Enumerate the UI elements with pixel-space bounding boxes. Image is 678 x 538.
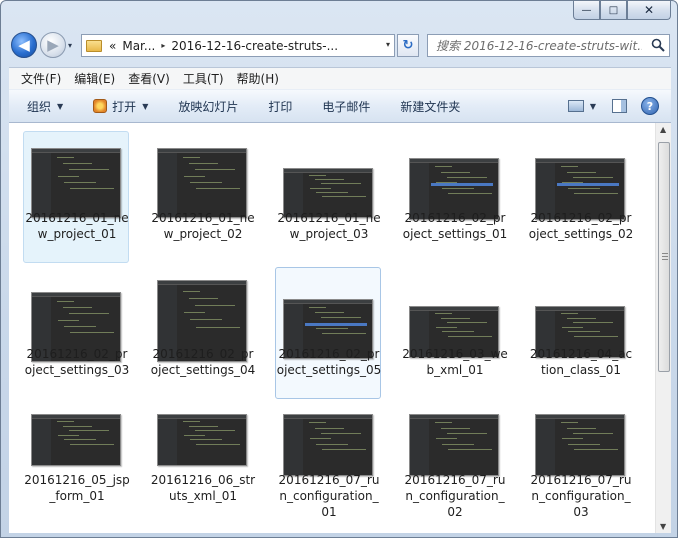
print-button[interactable]: 打印	[268, 98, 292, 115]
file-item[interactable]: 20161216_05_jsp_form_01	[23, 413, 130, 529]
menu-edit[interactable]: 编辑(E)	[74, 70, 115, 87]
maximize-button[interactable]: □	[600, 1, 627, 20]
image-thumbnail	[31, 414, 121, 466]
breadcrumb-segment[interactable]: Mar...	[119, 39, 158, 53]
thumbnail-grid: 20161216_01_new_project_01 20161216_01_ne…	[9, 123, 655, 533]
chevron-down-icon: ▼	[142, 101, 149, 111]
chevron-down-icon[interactable]: ▼	[590, 102, 596, 111]
scroll-up-icon[interactable]: ▲	[660, 125, 666, 134]
command-bar: 组织 ▼ 打开 ▼ 放映幻灯片 打印 电子邮件 新建文件夹 ▼ ?	[9, 89, 671, 123]
explorer-window: — □ ✕ ◀ ▶ ▾ « Mar... ▸ 2016-12-16-create…	[0, 0, 678, 538]
breadcrumb-separator-icon[interactable]: ▸	[158, 41, 168, 50]
image-thumbnail	[157, 414, 247, 466]
file-name: 20161216_01_new_project_02	[151, 211, 255, 241]
file-item[interactable]: 20161216_01_new_project_01	[23, 131, 129, 263]
menu-file[interactable]: 文件(F)	[21, 70, 61, 87]
menu-help[interactable]: 帮助(H)	[237, 70, 279, 87]
close-button[interactable]: ✕	[627, 1, 671, 20]
folder-icon	[86, 39, 102, 52]
menu-view[interactable]: 查看(V)	[128, 70, 170, 87]
file-name: 20161216_02_project_settings_02	[528, 211, 634, 241]
image-thumbnail	[283, 414, 373, 476]
file-name: 20161216_02_project_settings_03	[24, 347, 130, 377]
address-overflow[interactable]: «	[106, 39, 119, 53]
file-item[interactable]: 20161216_01_new_project_03	[275, 131, 381, 263]
scroll-down-icon[interactable]: ▼	[660, 522, 666, 531]
file-item[interactable]: 20161216_02_project_settings_02	[527, 131, 633, 263]
chevron-down-icon: ▼	[57, 101, 64, 111]
grip-icon	[662, 253, 668, 260]
preview-pane-icon[interactable]	[612, 99, 627, 113]
search-box[interactable]	[427, 34, 670, 57]
organize-label: 组织	[27, 99, 52, 114]
navigation-bar: ◀ ▶ ▾ « Mar... ▸ 2016-12-16-create-strut…	[1, 29, 677, 63]
breadcrumb-segment[interactable]: 2016-12-16-create-struts-...	[168, 39, 341, 53]
new-folder-button[interactable]: 新建文件夹	[400, 98, 460, 115]
file-item[interactable]: 20161216_02_project_settings_01	[401, 131, 507, 263]
file-item[interactable]: 20161216_04_action_class_01	[527, 267, 633, 399]
refresh-button[interactable]: ↻	[397, 34, 419, 57]
address-dropdown-icon[interactable]: ▾	[386, 40, 390, 49]
view-controls: ▼ ?	[567, 97, 659, 115]
open-button[interactable]: 打开 ▼	[93, 98, 148, 115]
scrollbar-thumb[interactable]	[658, 142, 670, 372]
file-name: 20161216_02_project_settings_04	[150, 347, 256, 377]
file-item[interactable]: 20161216_07_run_configuration_03	[527, 413, 633, 529]
image-thumbnail	[535, 414, 625, 476]
image-thumbnail	[409, 414, 499, 476]
file-item[interactable]: 20161216_03_web_xml_01	[401, 267, 508, 399]
menu-bar: 文件(F) 编辑(E) 查看(V) 工具(T) 帮助(H)	[9, 67, 671, 89]
address-bar[interactable]: « Mar... ▸ 2016-12-16-create-struts-... …	[81, 34, 395, 57]
file-name: 20161216_01_new_project_03	[277, 211, 381, 241]
search-input[interactable]	[428, 35, 642, 56]
file-name: 20161216_02_project_settings_05	[276, 347, 382, 377]
file-name: 20161216_07_run_configuration_01	[278, 473, 380, 519]
file-item[interactable]: 20161216_02_project_settings_03	[23, 267, 129, 399]
magnifier-icon[interactable]	[651, 38, 665, 52]
minimize-button[interactable]: —	[573, 1, 600, 20]
file-item[interactable]: 20161216_06_struts_xml_01	[149, 413, 255, 529]
file-name: 20161216_07_run_configuration_02	[404, 473, 506, 519]
change-view-icon[interactable]	[567, 100, 584, 112]
vertical-scrollbar[interactable]: ▲ ▼	[655, 123, 671, 533]
recent-pages-dropdown[interactable]: ▾	[68, 41, 72, 50]
file-item[interactable]: 20161216_02_project_settings_05	[275, 267, 381, 399]
file-list-pane: 20161216_01_new_project_01 20161216_01_ne…	[9, 123, 671, 533]
image-thumbnail	[157, 148, 247, 218]
caption-buttons: — □ ✕	[573, 1, 671, 20]
email-button[interactable]: 电子邮件	[322, 98, 370, 115]
organize-button[interactable]: 组织 ▼	[27, 98, 63, 115]
file-name: 20161216_05_jsp_form_01	[24, 473, 130, 503]
open-label: 打开	[112, 99, 137, 114]
file-name: 20161216_07_run_configuration_03	[530, 473, 632, 519]
file-item[interactable]: 20161216_07_run_configuration_02	[401, 413, 507, 529]
file-name: 20161216_04_action_class_01	[529, 347, 633, 377]
file-name: 20161216_01_new_project_01	[25, 211, 129, 241]
file-name: 20161216_06_struts_xml_01	[150, 473, 256, 503]
file-name: 20161216_03_web_xml_01	[402, 347, 508, 377]
file-item[interactable]: 20161216_01_new_project_02	[149, 131, 255, 263]
forward-arrow-icon: ▶	[47, 36, 59, 54]
slideshow-button[interactable]: 放映幻灯片	[178, 98, 238, 115]
file-item[interactable]: 20161216_07_run_configuration_01	[275, 413, 381, 529]
back-arrow-icon: ◀	[18, 36, 30, 54]
menu-tools[interactable]: 工具(T)	[183, 70, 224, 87]
file-item[interactable]: 20161216_02_project_settings_04	[149, 267, 255, 399]
file-name: 20161216_02_project_settings_01	[402, 211, 508, 241]
refresh-icon: ↻	[402, 38, 414, 53]
image-thumbnail	[31, 148, 121, 218]
back-button[interactable]: ◀	[11, 32, 37, 58]
open-with-icon	[93, 99, 108, 113]
help-icon[interactable]: ?	[641, 97, 659, 115]
forward-button[interactable]: ▶	[40, 32, 66, 58]
